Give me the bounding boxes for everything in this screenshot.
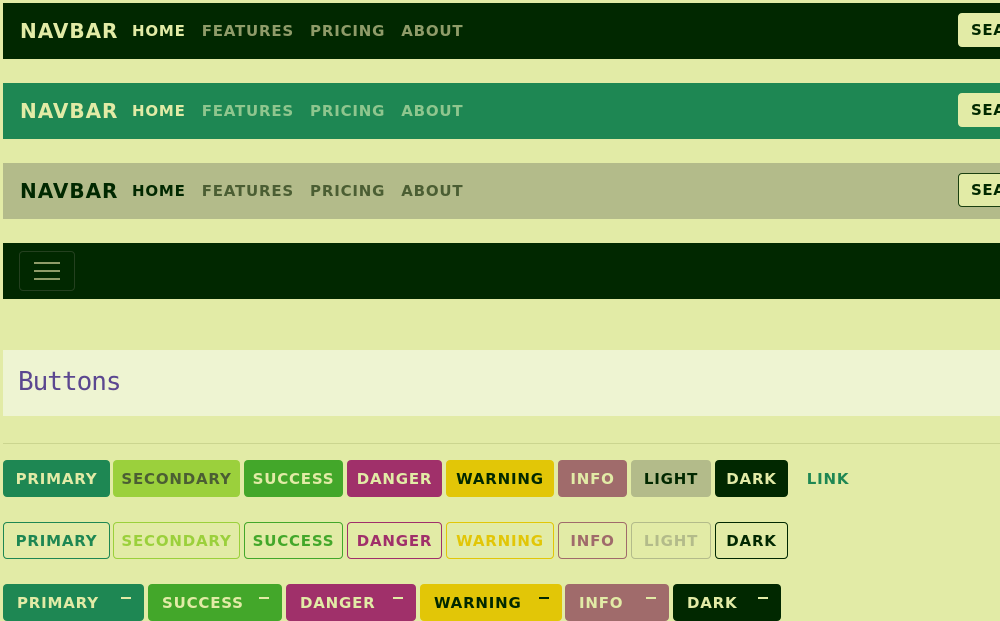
nav-link-pricing[interactable]: PRICING (310, 182, 385, 200)
caret-down-icon (121, 597, 131, 599)
btn-outline-primary[interactable]: PRIMARY (3, 522, 110, 559)
caret-down-icon (393, 597, 403, 599)
caret-down-icon (646, 597, 656, 599)
btn-outline-secondary[interactable]: SECONDARY (113, 522, 240, 559)
btn-primary[interactable]: PRIMARY (3, 460, 110, 497)
btn-dark[interactable]: DARK (715, 460, 788, 497)
hamburger-icon (34, 262, 60, 264)
navbar-brand[interactable]: NAVBAR (20, 19, 118, 43)
btn-light[interactable]: LIGHT (631, 460, 711, 497)
dropdown-primary[interactable]: PRIMARY (3, 584, 144, 621)
navbar-toggler-button[interactable] (19, 251, 75, 291)
hamburger-icon (34, 278, 60, 280)
dropdown-danger[interactable]: DANGER (286, 584, 416, 621)
nav-link-about[interactable]: ABOUT (401, 182, 463, 200)
dropdown-label: DANGER (300, 593, 376, 612)
btn-outline-success[interactable]: SUCCESS (244, 522, 343, 559)
btn-info[interactable]: INFO (558, 460, 627, 497)
nav-link-pricing[interactable]: PRICING (310, 102, 385, 120)
nav-link-about[interactable]: ABOUT (401, 22, 463, 40)
caret-down-icon (539, 597, 549, 599)
btn-outline-light[interactable]: LIGHT (631, 522, 711, 559)
navbar-dark: NAVBAR HOME FEATURES PRICING ABOUT SEARC… (3, 3, 1000, 59)
dropdown-success[interactable]: SUCCESS (148, 584, 282, 621)
navbar-light: NAVBAR HOME FEATURES PRICING ABOUT SEARC… (3, 163, 1000, 219)
navbar-brand[interactable]: NAVBAR (20, 99, 118, 123)
nav-link-home[interactable]: HOME (132, 102, 186, 120)
btn-danger[interactable]: DANGER (347, 460, 442, 497)
nav-link-home[interactable]: HOME (132, 22, 186, 40)
dropdown-label: DARK (687, 593, 738, 612)
navbar-links: HOME FEATURES PRICING ABOUT (132, 22, 479, 40)
dropdown-label: PRIMARY (17, 593, 99, 612)
navbar-collapsed (3, 243, 1000, 299)
dropdown-label: WARNING (434, 593, 522, 612)
search-button[interactable]: SEARCH (958, 13, 1000, 47)
navbar-brand[interactable]: NAVBAR (20, 179, 118, 203)
btn-link[interactable]: LINK (792, 460, 864, 497)
dropdown-warning[interactable]: WARNING (420, 584, 562, 621)
nav-link-about[interactable]: ABOUT (401, 102, 463, 120)
btn-outline-info[interactable]: INFO (558, 522, 627, 559)
dropdown-label: SUCCESS (162, 593, 244, 612)
search-button[interactable]: SEARCH (958, 93, 1000, 127)
caret-down-icon (758, 597, 768, 599)
btn-outline-dark[interactable]: DARK (715, 522, 788, 559)
search-button[interactable]: SEARCH (958, 173, 1000, 207)
caret-down-icon (259, 597, 269, 599)
navbar-links: HOME FEATURES PRICING ABOUT (132, 182, 479, 200)
dropdown-label: INFO (579, 593, 624, 612)
btn-warning[interactable]: WARNING (446, 460, 554, 497)
nav-link-features[interactable]: FEATURES (202, 22, 294, 40)
navbar-primary: NAVBAR HOME FEATURES PRICING ABOUT SEARC… (3, 83, 1000, 139)
hamburger-icon (34, 270, 60, 272)
nav-link-home[interactable]: HOME (132, 182, 186, 200)
nav-link-features[interactable]: FEATURES (202, 102, 294, 120)
btn-secondary[interactable]: SECONDARY (113, 460, 240, 497)
dropdown-dark[interactable]: DARK (673, 584, 781, 621)
dropdown-info[interactable]: INFO (565, 584, 669, 621)
section-title: Buttons (18, 367, 122, 397)
btn-outline-warning[interactable]: WARNING (446, 522, 554, 559)
nav-link-features[interactable]: FEATURES (202, 182, 294, 200)
nav-link-pricing[interactable]: PRICING (310, 22, 385, 40)
section-header: Buttons (3, 350, 1000, 416)
btn-success[interactable]: SUCCESS (244, 460, 343, 497)
btn-outline-danger[interactable]: DANGER (347, 522, 442, 559)
divider (3, 443, 1000, 444)
navbar-links: HOME FEATURES PRICING ABOUT (132, 102, 479, 120)
